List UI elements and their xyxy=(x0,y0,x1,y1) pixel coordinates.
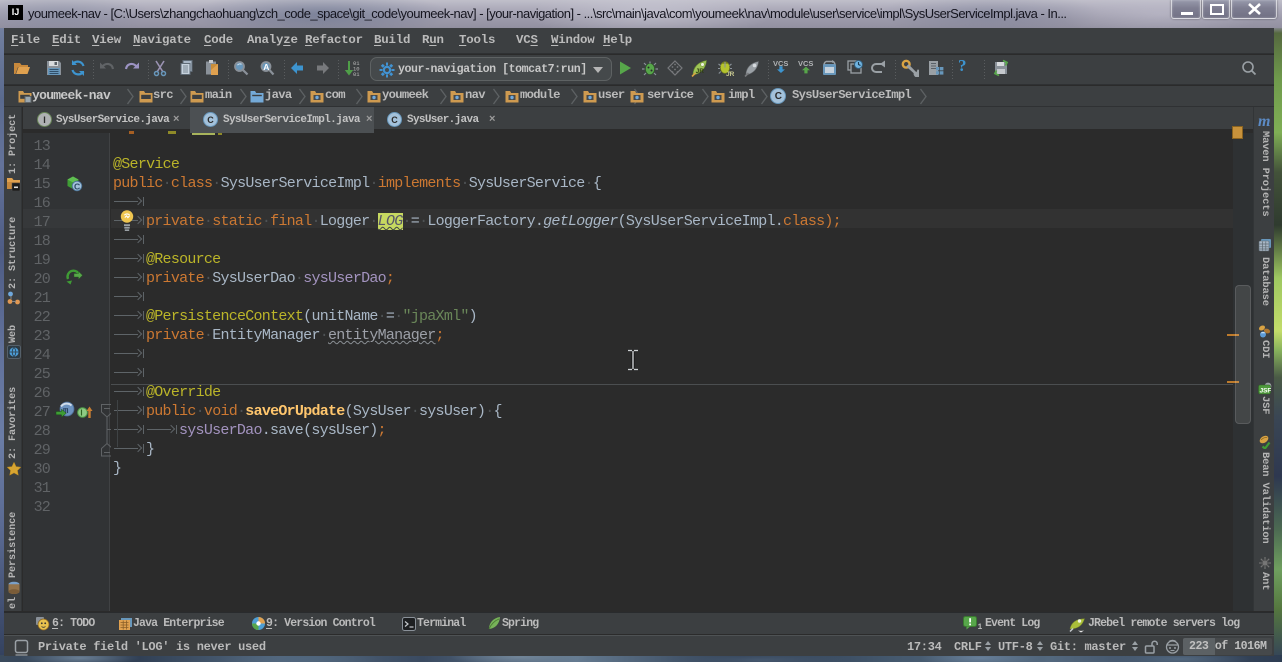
svg-text:01: 01 xyxy=(353,71,360,77)
svg-text:C: C xyxy=(74,181,80,191)
svg-text:1: 1 xyxy=(978,623,983,631)
svg-text:JR: JR xyxy=(726,71,735,77)
svg-text:JR: JR xyxy=(696,68,705,75)
svg-text:VCS: VCS xyxy=(798,59,813,68)
svg-text:JSF: JSF xyxy=(1260,387,1272,394)
svg-text:m: m xyxy=(1258,113,1270,128)
svg-text:A: A xyxy=(263,62,269,72)
svg-text:I: I xyxy=(80,409,82,418)
